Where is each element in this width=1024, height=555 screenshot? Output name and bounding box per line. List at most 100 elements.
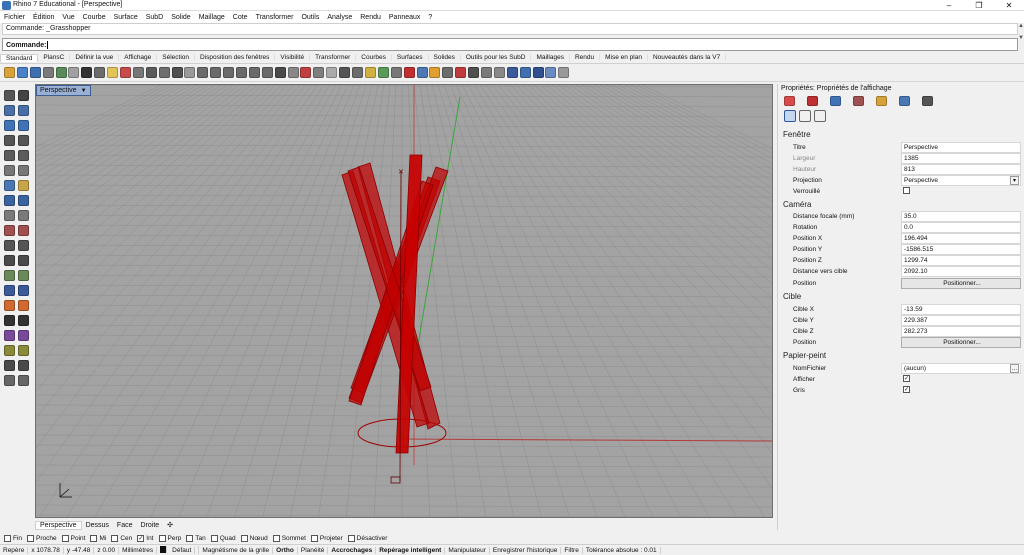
move-icon[interactable] — [4, 270, 15, 281]
cylinder-icon[interactable] — [4, 210, 15, 221]
toolbar-tab[interactable]: Transformer — [310, 54, 357, 61]
osnap-item[interactable]: ✓ Int — [137, 535, 154, 542]
toolbar-tab[interactable]: Surfaces — [392, 54, 429, 61]
osnap-item[interactable]: Projeter — [310, 535, 343, 542]
toolbar-tab[interactable]: Définir la vue — [70, 54, 120, 61]
explode-icon[interactable] — [18, 255, 29, 266]
cplane-indicator[interactable]: Repère — [0, 546, 29, 554]
ellipse-icon[interactable] — [4, 150, 15, 161]
osnap-item[interactable]: Désactiver — [347, 535, 387, 542]
pan-icon[interactable] — [145, 67, 157, 78]
snapshot-icon[interactable] — [480, 67, 492, 78]
perspective-viewport[interactable]: ✕ Perspective ▼ — [35, 84, 773, 518]
paste-icon[interactable] — [107, 67, 119, 78]
rendered-sphere-icon[interactable] — [532, 67, 544, 78]
menu-item[interactable]: Cote — [229, 14, 252, 21]
options-icon[interactable] — [416, 67, 428, 78]
layer-indicator[interactable]: Défaut — [157, 546, 200, 554]
object-properties-icon[interactable] — [339, 67, 351, 78]
mirror-icon[interactable] — [4, 300, 15, 311]
view-tab[interactable]: Face — [113, 522, 137, 529]
osnap-checkbox[interactable] — [272, 535, 280, 542]
status-toggle[interactable]: Filtre — [561, 546, 583, 554]
toolbar-tab[interactable]: Maillages — [531, 54, 570, 61]
select-icon[interactable] — [4, 90, 15, 101]
circle-icon[interactable] — [4, 120, 15, 131]
surface-icon[interactable] — [4, 180, 15, 191]
menu-item[interactable]: Rendu — [356, 14, 385, 21]
menu-item[interactable]: ? — [424, 14, 436, 21]
lights-icon[interactable] — [442, 67, 454, 78]
osnap-item[interactable]: Tan — [186, 535, 206, 542]
display-mode-icon[interactable] — [352, 67, 364, 78]
toolbar-tab[interactable]: Rendu — [570, 54, 601, 61]
minimize-icon[interactable]: – — [934, 0, 964, 11]
copy-icon[interactable] — [94, 67, 106, 78]
material-icon[interactable] — [390, 67, 402, 78]
view-tab[interactable]: Perspective — [35, 520, 82, 530]
position-x-field[interactable]: 196.494 — [901, 233, 1021, 244]
osnap-checkbox[interactable] — [186, 535, 194, 542]
layers-icon[interactable] — [899, 96, 910, 106]
viewport-icon[interactable] — [814, 110, 826, 122]
polyline-icon[interactable] — [4, 105, 15, 116]
maximize-icon[interactable]: ❐ — [964, 0, 994, 11]
afficher-checkbox[interactable]: ✓ — [903, 375, 910, 382]
osnap-item[interactable]: Cen — [111, 535, 132, 542]
render-icon[interactable] — [18, 345, 29, 356]
chevron-down-icon[interactable]: ▼ — [81, 87, 87, 96]
polygon-icon[interactable] — [18, 135, 29, 146]
osnap-checkbox[interactable] — [210, 535, 218, 542]
scale-icon[interactable] — [18, 285, 29, 296]
rotate-view-icon[interactable] — [158, 67, 170, 78]
osnap-item[interactable]: Perp — [158, 535, 181, 542]
offset-icon[interactable] — [18, 165, 29, 176]
save-icon[interactable] — [29, 67, 41, 78]
status-toggle[interactable]: Repérage intelligent — [376, 546, 446, 554]
osnap-item[interactable]: Proche — [27, 535, 57, 542]
chevron-down-icon[interactable]: ▾ — [1010, 176, 1019, 185]
nomfichier-field[interactable]: (aucun)... — [901, 363, 1021, 374]
status-toggle[interactable]: Enregistrer l'historique — [490, 546, 562, 554]
dimension-icon[interactable] — [18, 315, 29, 326]
osnap-checkbox[interactable] — [111, 535, 119, 542]
menu-item[interactable]: Surface — [110, 14, 142, 21]
toolbar-tab[interactable]: Nouveautés dans la V7 — [648, 54, 727, 61]
zoom-previous-icon[interactable] — [236, 67, 248, 78]
sphere-icon[interactable] — [18, 195, 29, 206]
menu-item[interactable]: Analyse — [323, 14, 356, 21]
menu-item[interactable]: Édition — [29, 14, 58, 21]
position-z-field[interactable]: 1299.74 — [901, 255, 1021, 266]
grid-icon[interactable] — [287, 67, 299, 78]
zoom-all-icon[interactable] — [223, 67, 235, 78]
grasshopper-icon[interactable] — [4, 360, 15, 371]
units-indicator[interactable]: Millimètres — [119, 546, 158, 554]
zoom-window-icon[interactable] — [184, 67, 196, 78]
select-all-icon[interactable] — [248, 67, 260, 78]
status-toggle[interactable]: Planéité — [298, 546, 329, 554]
camera-position-button[interactable]: Positionner... — [901, 278, 1021, 289]
osnap-item[interactable]: Quad — [210, 535, 236, 542]
import-icon[interactable] — [55, 67, 67, 78]
osnap-item[interactable]: Point — [61, 535, 85, 542]
chevron-down-icon[interactable]: ▼ — [1018, 35, 1024, 41]
cone-icon[interactable] — [18, 210, 29, 221]
osnap-checkbox[interactable] — [158, 535, 166, 542]
curve-icon[interactable] — [18, 105, 29, 116]
browse-button[interactable]: ... — [1010, 364, 1019, 373]
arc-icon[interactable] — [18, 120, 29, 131]
extrude-icon[interactable] — [18, 180, 29, 191]
rectangle-icon[interactable] — [4, 135, 15, 146]
status-toggle[interactable]: Manipulateur — [445, 546, 490, 554]
zoom-selected-icon[interactable] — [210, 67, 222, 78]
osnap-checkbox[interactable] — [61, 535, 69, 542]
osnap-checkbox[interactable] — [27, 535, 35, 542]
wire-icon[interactable] — [493, 67, 505, 78]
toolbar-tab[interactable]: PlansC — [38, 54, 71, 61]
print-icon[interactable] — [42, 67, 54, 78]
link-icon[interactable] — [799, 110, 811, 122]
shade-icon[interactable] — [364, 67, 376, 78]
toolbar-tab[interactable]: Visibilité — [275, 54, 311, 61]
osnap-item[interactable]: Mi — [90, 535, 106, 542]
view-tab[interactable]: Dessus — [82, 522, 113, 529]
